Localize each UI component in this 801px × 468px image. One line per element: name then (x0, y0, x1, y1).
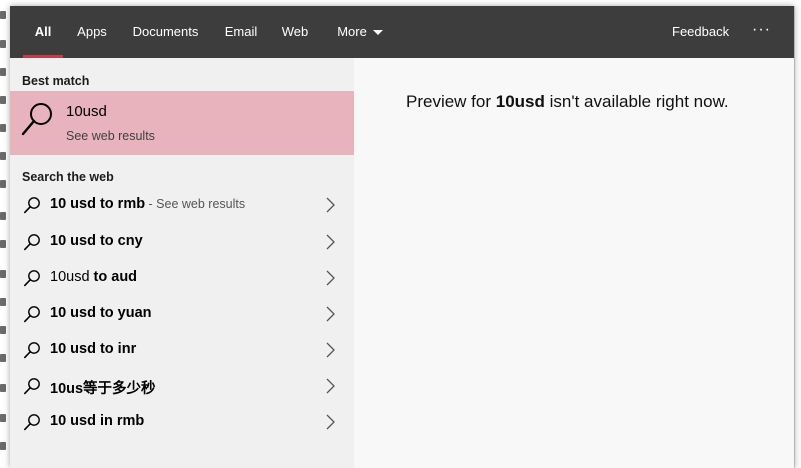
tab-label: All (34, 24, 52, 39)
tab-email[interactable]: Email (220, 6, 262, 58)
tab-more[interactable]: More (330, 6, 390, 58)
suggestion-label: 10 usd to yuan (50, 305, 152, 321)
desktop-item-marker (0, 152, 6, 160)
desktop-item-marker (0, 96, 6, 104)
tab-apps[interactable]: Apps (72, 6, 112, 58)
suggestion-label: 10 usd to inr (50, 341, 136, 357)
suggestion-label: 10us等于多少秒 (50, 377, 156, 398)
tab-label: Documents (132, 24, 199, 39)
search-icon (23, 414, 40, 431)
suggestion-label: 10usd to aud (50, 269, 137, 285)
suggestion-query: 10 usd to rmb (50, 196, 146, 212)
suggestion-query: 10 usd to yuan (50, 305, 152, 321)
chevron-right-icon (326, 414, 335, 430)
best-match-title: 10usd (66, 103, 107, 120)
feedback-button[interactable]: Feedback (672, 6, 729, 58)
desktop-item-marker (0, 212, 6, 220)
search-icon (23, 306, 40, 323)
suggestion-query: 10us等于多少秒 (50, 381, 156, 397)
suggestion-query: 10 usd in rmb (50, 413, 145, 429)
chevron-right-icon (326, 197, 335, 213)
more-options-button[interactable]: ··· (752, 6, 771, 58)
desktop-item-marker (0, 414, 6, 422)
search-scope-bar: All Apps Documents Email Web More Feedba… (10, 6, 794, 58)
chevron-right-icon (326, 234, 335, 250)
desktop-item-marker (0, 180, 6, 188)
desktop-item-marker (0, 40, 6, 48)
desktop-item-marker (0, 240, 6, 248)
tab-label: More (337, 24, 367, 39)
search-icon (23, 197, 40, 214)
preview-message: Preview for 10usd isn't available right … (406, 92, 729, 112)
desktop-item-marker (0, 270, 6, 278)
preview-query: 10usd (495, 92, 545, 111)
web-suggestion-item[interactable]: 10 usd to cny (10, 224, 354, 260)
search-icon (23, 270, 40, 287)
web-suggestion-item[interactable]: 10 usd to inr (10, 332, 354, 368)
web-suggestion-item[interactable]: 10 usd in rmb (10, 404, 354, 440)
best-match-heading: Best match (22, 74, 90, 88)
chevron-right-icon (326, 342, 335, 358)
preview-text-before: Preview for (406, 92, 496, 111)
tab-label: Email (224, 24, 258, 39)
search-icon (23, 234, 40, 251)
desktop-item-marker (0, 11, 6, 19)
chevron-right-icon (326, 270, 335, 286)
search-icon (21, 103, 52, 136)
suggestion-label: 10 usd in rmb (50, 413, 144, 429)
preview-text-after: isn't available right now. (544, 92, 729, 111)
suggestion-query: 10 usd to inr (50, 341, 137, 357)
suggestion-label: 10 usd to cny (50, 233, 143, 249)
suggestion-query: 10 usd to cny (50, 233, 143, 249)
web-suggestion-item[interactable]: 10usd to aud (10, 260, 354, 296)
desktop-background-strip (0, 0, 10, 468)
search-panel: All Apps Documents Email Web More Feedba… (10, 6, 794, 468)
tab-label: Web (281, 24, 309, 39)
desktop-item-marker (0, 442, 6, 450)
web-suggestion-item[interactable]: 10 usd to yuan (10, 296, 354, 332)
results-list: Best match 10usd See web results Search … (10, 58, 354, 468)
desktop-item-marker (0, 384, 6, 392)
tab-all[interactable]: All (23, 6, 63, 58)
desktop-item-marker (0, 354, 6, 362)
web-suggestion-item[interactable]: 10us等于多少秒 (10, 368, 354, 404)
tab-web[interactable]: Web (278, 6, 312, 58)
chevron-right-icon (326, 378, 335, 394)
best-match-result[interactable]: 10usd See web results (10, 91, 354, 155)
suggestion-typed-text: 10usd (50, 269, 90, 285)
desktop-item-marker (0, 68, 6, 76)
chevron-down-icon (372, 30, 383, 36)
suggestion-hint: - See web results (145, 197, 246, 211)
desktop-item-marker (0, 124, 6, 132)
chevron-right-icon (326, 306, 335, 322)
tab-documents[interactable]: Documents (128, 6, 203, 58)
tab-label: Apps (77, 24, 107, 39)
preview-pane: Preview for 10usd isn't available right … (354, 58, 794, 468)
search-web-heading: Search the web (22, 170, 114, 184)
desktop-item-marker (0, 326, 6, 334)
suggestion-completion: to aud (89, 269, 138, 285)
web-suggestion-item[interactable]: 10 usd to rmb - See web results (10, 187, 354, 223)
suggestion-label: 10 usd to rmb - See web results (50, 196, 245, 212)
best-match-subtitle: See web results (66, 129, 155, 143)
search-icon (23, 342, 40, 359)
search-icon (23, 378, 40, 395)
desktop-item-marker (0, 298, 6, 306)
window-edge (794, 6, 801, 468)
